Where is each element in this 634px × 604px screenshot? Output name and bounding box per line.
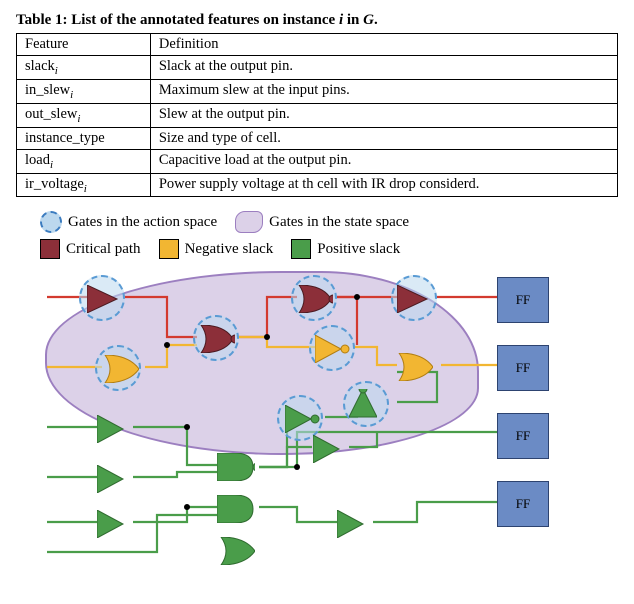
legend-action-space: Gates in the action space [40,211,217,233]
nor-gate-icon [295,285,333,313]
table-row: out_slewi Slew at the output pin. [17,103,618,127]
buffer-gate-icon [97,510,135,538]
header-definition: Definition [150,34,617,56]
legend-negative: Negative slack [159,239,274,259]
legend-label: Gates in the state space [269,214,409,231]
and-gate-icon [217,495,255,523]
critical-icon [40,239,60,259]
feature-sub: i [84,182,87,194]
legend: Gates in the action space Gates in the s… [40,211,618,259]
feature-name: load [25,152,50,168]
table-row: slacki Slack at the output pin. [17,56,618,80]
flip-flop: FF [497,345,549,391]
buffer-gate-icon [397,285,435,313]
nand-gate-icon [217,453,255,481]
ff-label: FF [516,496,530,512]
or-gate-icon [217,537,255,565]
feature-cell: instance_type [17,127,151,149]
buffer-gate-icon [313,435,351,463]
flip-flop: FF [497,277,549,323]
legend-label: Critical path [66,241,141,258]
definition-cell: Capacitive load at the output pin. [150,149,617,173]
feature-cell: loadi [17,149,151,173]
ff-label: FF [516,428,530,444]
feature-name: ir_voltage [25,176,84,192]
definition-cell: Slack at the output pin. [150,56,617,80]
feature-name: slack [25,58,55,74]
ff-label: FF [516,292,530,308]
feature-sub: i [50,159,53,171]
caption-text-2: in [343,12,363,28]
feature-sub: i [70,89,73,101]
definition-cell: Power supply voltage at th cell with IR … [150,173,617,197]
feature-cell: slacki [17,56,151,80]
inverter-gate-icon [315,335,353,363]
header-feature: Feature [17,34,151,56]
caption-text-3: . [374,12,378,28]
caption-text-1: Table 1: List of the annotated features … [16,12,339,28]
legend-label: Gates in the action space [68,214,217,231]
buffer-gate-icon [97,465,135,493]
state-space-icon [235,211,263,233]
negative-icon [159,239,179,259]
feature-sub: i [55,65,58,77]
definition-cell: Maximum slew at the input pins. [150,79,617,103]
buffer-gate-icon [97,415,135,443]
legend-positive: Positive slack [291,239,400,259]
caption-var-g: G [363,12,374,28]
flip-flop: FF [497,413,549,459]
table-header-row: Feature Definition [17,34,618,56]
legend-label: Positive slack [317,241,400,258]
inverter-gate-icon [349,389,377,423]
table-caption: Table 1: List of the annotated features … [16,12,618,29]
feature-sub: i [77,113,80,125]
feature-name: in_slew [25,82,70,98]
feature-cell: ir_voltagei [17,173,151,197]
feature-name: out_slew [25,106,77,122]
legend-state-space: Gates in the state space [235,211,409,233]
table-row: instance_type Size and type of cell. [17,127,618,149]
action-space-icon [40,211,62,233]
feature-cell: out_slewi [17,103,151,127]
table-row: ir_voltagei Power supply voltage at th c… [17,173,618,197]
feature-cell: in_slewi [17,79,151,103]
table-row: in_slewi Maximum slew at the input pins. [17,79,618,103]
buffer-gate-icon [87,285,125,313]
definition-cell: Size and type of cell. [150,127,617,149]
or-gate-icon [101,355,139,383]
circuit-diagram: FF FF FF FF [37,267,597,577]
table-row: loadi Capacitive load at the output pin. [17,149,618,173]
ff-label: FF [516,360,530,376]
legend-row-2: Critical path Negative slack Positive sl… [40,239,618,259]
or-gate-icon [395,353,433,381]
legend-row-1: Gates in the action space Gates in the s… [40,211,618,233]
feature-name: instance_type [25,130,105,146]
features-table: Feature Definition slacki Slack at the o… [16,33,618,197]
buffer-gate-icon [337,510,375,538]
legend-label: Negative slack [185,241,274,258]
legend-critical: Critical path [40,239,141,259]
nor-gate-icon [197,325,235,353]
flip-flop: FF [497,481,549,527]
definition-cell: Slew at the output pin. [150,103,617,127]
inverter-gate-icon [285,405,323,433]
positive-icon [291,239,311,259]
